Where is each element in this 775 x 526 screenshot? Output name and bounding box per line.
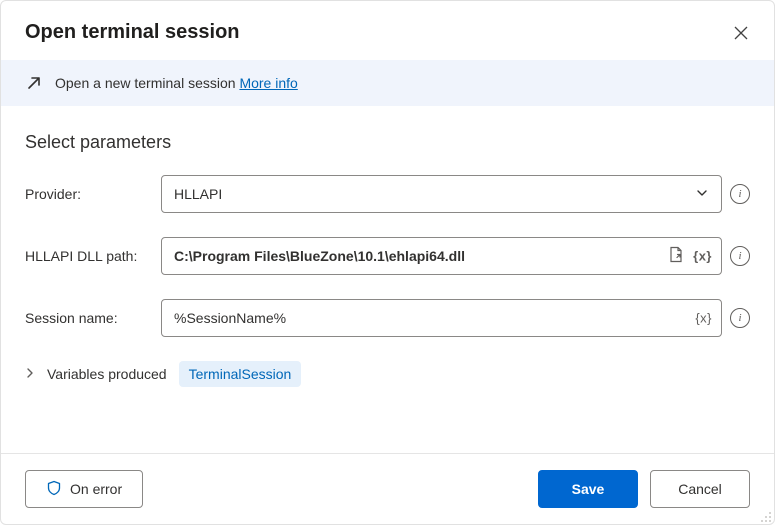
- section-title: Select parameters: [25, 132, 750, 153]
- dialog-footer: On error Save Cancel: [1, 453, 774, 524]
- shield-icon: [46, 480, 62, 499]
- session-right-icons: {x}: [695, 311, 712, 326]
- dllpath-row: HLLAPI DLL path: C:\Program Files\BlueZo…: [25, 237, 750, 275]
- banner-text-content: Open a new terminal session: [55, 75, 239, 91]
- variables-produced-row[interactable]: Variables produced TerminalSession: [25, 361, 750, 387]
- provider-value: HLLAPI: [174, 186, 695, 202]
- chevron-right-icon: [25, 367, 35, 381]
- variables-produced-label: Variables produced: [47, 366, 167, 382]
- close-icon: [734, 26, 748, 40]
- session-input[interactable]: %SessionName% {x}: [161, 299, 722, 337]
- more-info-link[interactable]: More info: [239, 75, 297, 91]
- variable-token-icon[interactable]: {x}: [695, 311, 712, 326]
- dllpath-value: C:\Program Files\BlueZone\10.1\ehlapi64.…: [174, 248, 709, 264]
- dllpath-label: HLLAPI DLL path:: [25, 248, 153, 264]
- variable-token-icon[interactable]: {x}: [693, 249, 712, 264]
- close-button[interactable]: [732, 24, 750, 42]
- dialog-content: Select parameters Provider: HLLAPI i HLL…: [1, 106, 774, 453]
- session-row: Session name: %SessionName% {x} i: [25, 299, 750, 337]
- session-control: %SessionName% {x}: [161, 299, 722, 337]
- dialog-title: Open terminal session: [25, 21, 240, 44]
- info-banner: Open a new terminal session More info: [1, 60, 774, 106]
- resize-grip-icon[interactable]: [760, 510, 772, 522]
- dllpath-input[interactable]: C:\Program Files\BlueZone\10.1\ehlapi64.…: [161, 237, 722, 275]
- dllpath-control: C:\Program Files\BlueZone\10.1\ehlapi64.…: [161, 237, 722, 275]
- on-error-label: On error: [70, 481, 122, 497]
- session-value: %SessionName%: [174, 310, 709, 326]
- open-arrow-icon: [25, 74, 43, 92]
- provider-select[interactable]: HLLAPI: [161, 175, 722, 213]
- session-info-icon[interactable]: i: [730, 308, 750, 328]
- provider-label: Provider:: [25, 186, 153, 202]
- chevron-down-icon: [695, 186, 709, 203]
- dialog-header: Open terminal session: [1, 1, 774, 60]
- save-button[interactable]: Save: [538, 470, 638, 508]
- dllpath-info-icon[interactable]: i: [730, 246, 750, 266]
- provider-row: Provider: HLLAPI i: [25, 175, 750, 213]
- provider-control: HLLAPI: [161, 175, 722, 213]
- cancel-button[interactable]: Cancel: [650, 470, 750, 508]
- variable-chip[interactable]: TerminalSession: [179, 361, 302, 387]
- file-picker-icon[interactable]: [667, 246, 685, 267]
- banner-text: Open a new terminal session More info: [55, 75, 298, 91]
- session-label: Session name:: [25, 310, 153, 326]
- provider-info-icon[interactable]: i: [730, 184, 750, 204]
- dllpath-right-icons: {x}: [667, 246, 712, 267]
- on-error-button[interactable]: On error: [25, 470, 143, 508]
